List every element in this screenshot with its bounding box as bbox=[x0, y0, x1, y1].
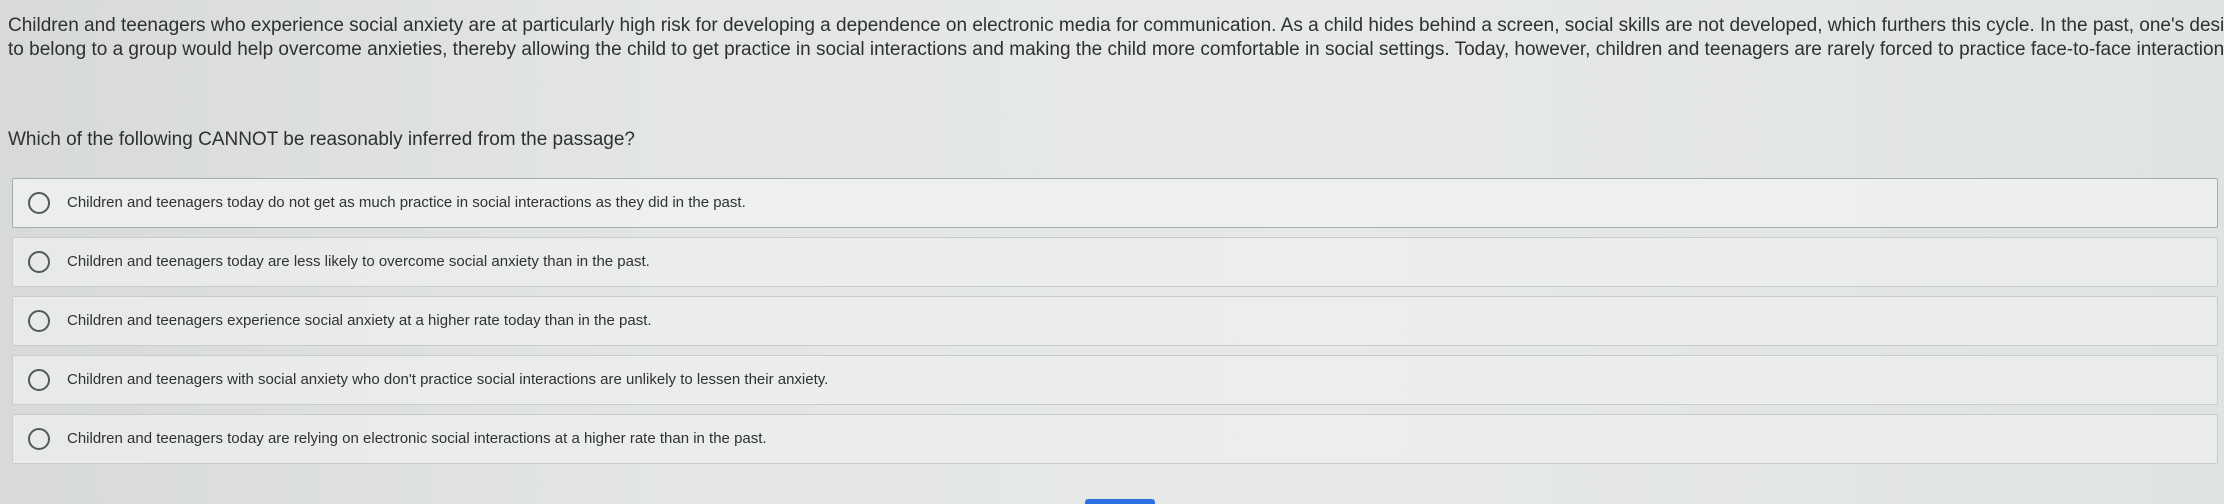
answer-choice-label: Children and teenagers with social anxie… bbox=[67, 371, 829, 388]
radio-button-icon[interactable] bbox=[28, 251, 50, 273]
radio-button-icon[interactable] bbox=[28, 310, 50, 332]
passage-line-1: Children and teenagers who experience so… bbox=[8, 15, 2224, 36]
answer-choice-5[interactable]: Children and teenagers today are relying… bbox=[12, 414, 2218, 464]
answer-choice-2[interactable]: Children and teenagers today are less li… bbox=[12, 237, 2218, 287]
passage-text: Children and teenagers who experience so… bbox=[8, 14, 2224, 62]
answer-choice-4[interactable]: Children and teenagers with social anxie… bbox=[12, 355, 2218, 405]
scroll-indicator[interactable] bbox=[1085, 499, 1155, 504]
answer-choice-label: Children and teenagers today are less li… bbox=[67, 253, 650, 270]
answer-choices: Children and teenagers today do not get … bbox=[12, 178, 2218, 473]
answer-choice-1[interactable]: Children and teenagers today do not get … bbox=[12, 178, 2218, 228]
radio-button-icon[interactable] bbox=[28, 428, 50, 450]
radio-button-icon[interactable] bbox=[28, 369, 50, 391]
answer-choice-label: Children and teenagers today do not get … bbox=[67, 194, 746, 211]
radio-button-icon[interactable] bbox=[28, 192, 50, 214]
answer-choice-label: Children and teenagers today are relying… bbox=[67, 430, 767, 447]
answer-choice-label: Children and teenagers experience social… bbox=[67, 312, 652, 329]
passage-line-2: to belong to a group would help overcome… bbox=[8, 39, 2224, 60]
question-prompt: Which of the following CANNOT be reasona… bbox=[8, 129, 635, 150]
answer-choice-3[interactable]: Children and teenagers experience social… bbox=[12, 296, 2218, 346]
